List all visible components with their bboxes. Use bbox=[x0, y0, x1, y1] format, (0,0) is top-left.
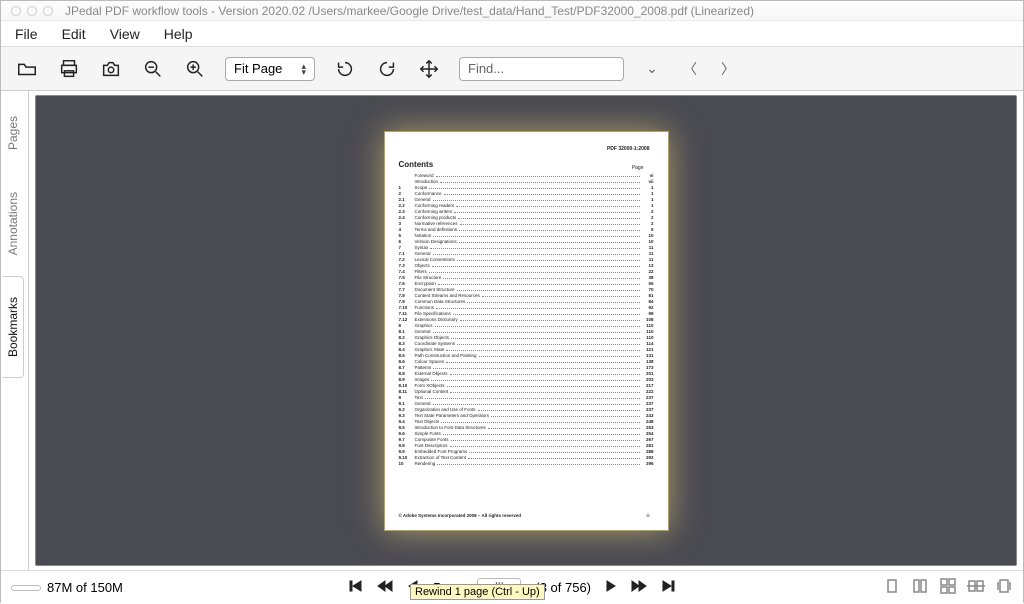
print-button[interactable] bbox=[57, 57, 81, 81]
side-panel-sash[interactable] bbox=[25, 91, 29, 570]
tab-pages[interactable]: Pages bbox=[2, 95, 24, 171]
single-continuous-view-button[interactable] bbox=[911, 577, 929, 598]
next-page-button[interactable] bbox=[605, 579, 617, 596]
toc-row: 10Rendering296 bbox=[399, 461, 654, 467]
close-window-button[interactable] bbox=[11, 6, 21, 16]
doc-footer: © Adobe Systems Incorporated 2008 – All … bbox=[399, 513, 522, 518]
find-placeholder: Find... bbox=[468, 61, 504, 76]
first-page-button[interactable] bbox=[349, 579, 363, 596]
find-options-dropdown[interactable]: ⌄ bbox=[642, 60, 662, 77]
window-controls bbox=[11, 6, 53, 16]
menu-help[interactable]: Help bbox=[164, 26, 193, 42]
zoom-out-button[interactable] bbox=[141, 57, 165, 81]
menu-view[interactable]: View bbox=[110, 26, 140, 42]
find-input[interactable]: Find... bbox=[459, 57, 624, 81]
forward-pages-button[interactable] bbox=[631, 579, 647, 596]
main-area: Pages Annotations Bookmarks PDF 32000-1:… bbox=[1, 91, 1023, 570]
table-of-contents: ForewordviIntroductionvii1Scope12Conform… bbox=[399, 173, 654, 467]
contents-heading: Contents bbox=[399, 160, 654, 169]
stepper-icon: ▴▾ bbox=[301, 63, 306, 75]
load-progress-bar bbox=[11, 585, 41, 591]
zoom-mode-select[interactable]: Fit Page ▴▾ bbox=[225, 57, 315, 81]
maximize-window-button[interactable] bbox=[43, 6, 53, 16]
tab-annotations[interactable]: Annotations bbox=[2, 171, 24, 276]
last-page-button[interactable] bbox=[661, 579, 675, 596]
camera-button[interactable] bbox=[99, 57, 123, 81]
tab-bookmarks[interactable]: Bookmarks bbox=[2, 276, 24, 378]
window-title: JPedal PDF workflow tools - Version 2020… bbox=[65, 4, 754, 18]
toolbar: Fit Page ▴▾ Find... ⌄ 〈 〉 bbox=[1, 47, 1023, 91]
zoom-in-button[interactable] bbox=[183, 57, 207, 81]
title-bar: JPedal PDF workflow tools - Version 2020… bbox=[1, 1, 1023, 21]
rotate-right-button[interactable] bbox=[375, 57, 399, 81]
page-preview: PDF 32000-1:2008 Contents Page Forewordv… bbox=[384, 131, 669, 531]
move-tool-button[interactable] bbox=[417, 57, 441, 81]
document-viewer[interactable]: PDF 32000-1:2008 Contents Page Forewordv… bbox=[35, 95, 1017, 566]
doc-header: PDF 32000-1:2008 bbox=[607, 146, 650, 152]
tooltip: Rewind 1 page (Ctrl - Up) bbox=[410, 584, 545, 600]
facing-continuous-view-button[interactable] bbox=[967, 577, 985, 598]
open-file-button[interactable] bbox=[15, 57, 39, 81]
menu-edit[interactable]: Edit bbox=[62, 26, 86, 42]
side-panel-tabs: Pages Annotations Bookmarks bbox=[1, 91, 25, 570]
rewind-pages-button[interactable] bbox=[377, 579, 393, 596]
facing-view-button[interactable] bbox=[939, 577, 957, 598]
view-mode-buttons bbox=[883, 577, 1013, 598]
page-column-label: Page bbox=[632, 165, 644, 171]
rotate-left-button[interactable] bbox=[333, 57, 357, 81]
load-progress-text: 87M of 150M bbox=[47, 580, 123, 595]
minimize-window-button[interactable] bbox=[27, 6, 37, 16]
pageflow-view-button[interactable] bbox=[995, 577, 1013, 598]
single-page-view-button[interactable] bbox=[883, 577, 901, 598]
find-next-button[interactable]: 〉 bbox=[718, 59, 738, 79]
menu-bar: File Edit View Help bbox=[1, 21, 1023, 47]
menu-file[interactable]: File bbox=[15, 26, 38, 42]
zoom-mode-value: Fit Page bbox=[234, 61, 282, 76]
find-prev-button[interactable]: 〈 bbox=[680, 59, 700, 79]
doc-footer-page: iii bbox=[647, 513, 650, 518]
